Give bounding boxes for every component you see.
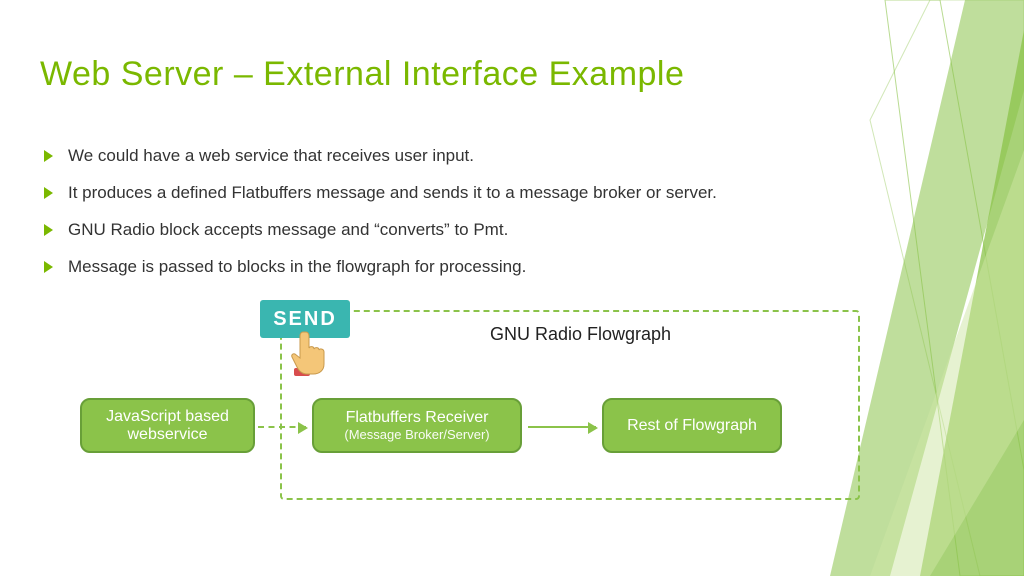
arrow-dashed [258, 426, 306, 428]
flowgraph-label: GNU Radio Flowgraph [490, 324, 671, 345]
bullet-item: We could have a web service that receive… [40, 145, 820, 168]
node-sublabel: (Message Broker/Server) [344, 427, 489, 442]
arrow-solid [528, 426, 596, 428]
bullet-item: It produces a defined Flatbuffers messag… [40, 182, 820, 205]
bullet-list: We could have a web service that receive… [40, 145, 820, 293]
node-label: webservice [127, 426, 207, 444]
slide-title: Web Server – External Interface Example [40, 55, 684, 94]
pointer-hand-icon [288, 328, 332, 382]
node-label: Rest of Flowgraph [627, 417, 757, 435]
node-rest-of-flowgraph: Rest of Flowgraph [602, 398, 782, 453]
node-label: Flatbuffers Receiver [346, 409, 489, 427]
flow-diagram: GNU Radio Flowgraph SEND JavaScript base… [80, 310, 880, 530]
node-flatbuffers-receiver: Flatbuffers Receiver (Message Broker/Ser… [312, 398, 522, 453]
bullet-item: Message is passed to blocks in the flowg… [40, 256, 820, 279]
bullet-item: GNU Radio block accepts message and “con… [40, 219, 820, 242]
node-webservice: JavaScript based webservice [80, 398, 255, 453]
node-label: JavaScript based [106, 408, 229, 426]
